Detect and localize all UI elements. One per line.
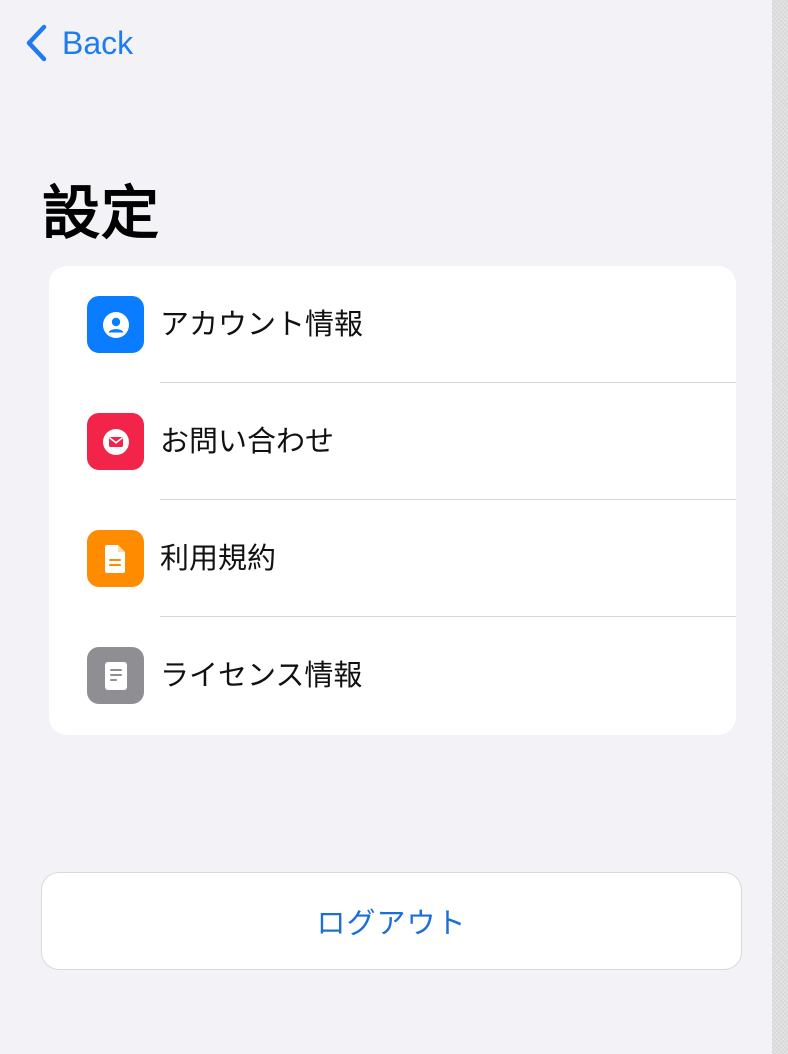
- note-icon: [87, 647, 144, 704]
- settings-item-label: ライセンス情報: [160, 658, 363, 692]
- chevron-left-icon: [24, 24, 48, 62]
- back-label: Back: [62, 25, 134, 61]
- settings-item-terms[interactable]: 利用規約: [49, 500, 736, 617]
- settings-item-contact[interactable]: お問い合わせ: [49, 383, 736, 500]
- back-button[interactable]: Back: [24, 22, 133, 64]
- settings-item-label: アカウント情報: [160, 307, 364, 341]
- settings-item-account[interactable]: アカウント情報: [49, 266, 736, 383]
- settings-item-label: お問い合わせ: [160, 424, 335, 458]
- envelope-icon: [87, 413, 144, 470]
- settings-list: アカウント情報 お問い合わせ 利用規約 ライセンス情報: [49, 266, 736, 735]
- document-icon: [87, 530, 144, 587]
- page-title: 設定: [42, 179, 161, 247]
- settings-item-license[interactable]: ライセンス情報: [49, 617, 736, 734]
- settings-screen: Back 設定 アカウント情報 お問い合わせ 利用規約 ライセンス情報 ログアウ…: [0, 0, 772, 1054]
- logout-label: ログアウト: [316, 906, 467, 940]
- settings-item-label: 利用規約: [160, 541, 277, 575]
- person-icon: [87, 296, 144, 353]
- background-edge: [772, 0, 788, 1054]
- logout-button[interactable]: ログアウト: [41, 872, 742, 970]
